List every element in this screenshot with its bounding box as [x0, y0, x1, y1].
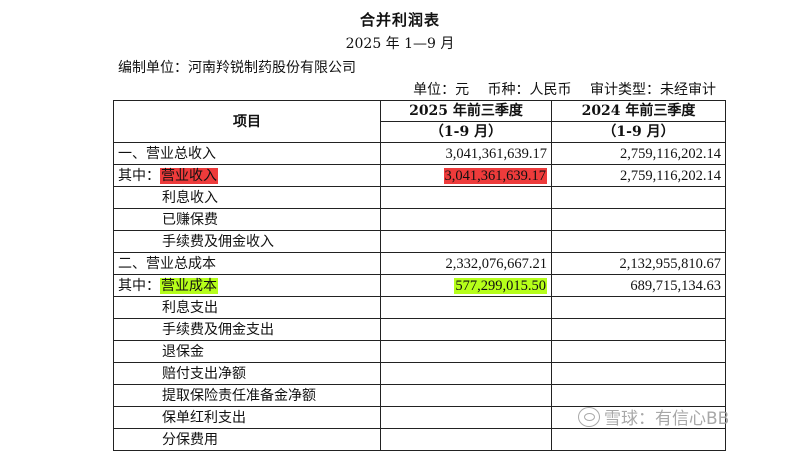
header-2025-line1: 2025 年前三季度	[380, 100, 552, 122]
table-row: 手续费及佣金收入	[113, 230, 726, 253]
value-2025	[380, 186, 552, 209]
table-row: 分保费用	[113, 428, 726, 451]
table-row: 已赚保费	[113, 208, 726, 231]
header-2025-line2: （1-9 月）	[380, 121, 552, 143]
income-statement-table: 项目 2025 年前三季度 2024 年前三季度 （1-9 月） （1-9 月）…	[113, 100, 726, 451]
row-label: 手续费及佣金收入	[113, 230, 381, 253]
value-2025	[380, 230, 552, 253]
row-label: 赔付支出净额	[113, 362, 381, 385]
value-2025	[380, 340, 552, 363]
table-row: 退保金	[113, 340, 726, 363]
row-label: 其中：营业成本	[113, 274, 381, 297]
value-2025: 3,041,361,639.17	[380, 164, 552, 187]
value-2025	[380, 296, 552, 319]
header-item: 项目	[113, 100, 381, 143]
currency-label: 币种：人民币	[487, 82, 572, 98]
row-label: 二、营业总成本	[113, 252, 381, 275]
table-row: 其中：营业成本 577,299,015.50 689,715,134.63	[113, 274, 726, 297]
table-row: 一、营业总收入 3,041,361,639.17 2,759,116,202.14	[113, 142, 726, 165]
value-2025	[380, 362, 552, 385]
wechat-icon	[578, 406, 600, 427]
row-label: 其中：营业收入	[113, 164, 381, 187]
value-2024	[551, 428, 726, 451]
table-row: 二、营业总成本 2,332,076,667.21 2,132,955,810.67	[113, 252, 726, 275]
table-row: 利息支出	[113, 296, 726, 319]
value-2024: 2,759,116,202.14	[551, 164, 726, 187]
value-2025: 2,332,076,667.21	[380, 252, 552, 275]
row-label: 利息收入	[113, 186, 381, 209]
row-label: 已赚保费	[113, 208, 381, 231]
row-name: 营业收入	[160, 167, 218, 184]
row-name: 营业成本	[160, 277, 218, 294]
value-2025-highlight: 3,041,361,639.17	[443, 167, 547, 184]
value-2025-highlight: 577,299,015.50	[454, 277, 547, 294]
value-2024	[551, 318, 726, 341]
value-2024	[551, 296, 726, 319]
value-2025	[380, 406, 552, 429]
watermark: 雪球：有信心BB	[578, 404, 729, 429]
value-2024: 2,132,955,810.67	[551, 252, 726, 275]
table-row: 手续费及佣金支出	[113, 318, 726, 341]
value-2025	[380, 208, 552, 231]
meta-line: 单位：元 币种：人民币 审计类型：未经审计	[399, 79, 716, 99]
value-2024	[551, 186, 726, 209]
header-row-1: 项目 2025 年前三季度 2024 年前三季度	[113, 100, 726, 143]
row-label: 提取保险责任准备金净额	[113, 384, 381, 407]
row-label: 一、营业总收入	[113, 142, 381, 165]
value-2025	[380, 384, 552, 407]
header-2024-line2: （1-9 月）	[551, 121, 726, 143]
row-label: 退保金	[113, 340, 381, 363]
report-title: 合并利润表	[359, 11, 440, 29]
report-period: 2025 年 1—9 月	[345, 36, 455, 52]
value-2024	[551, 230, 726, 253]
table-row: 赔付支出净额	[113, 362, 726, 385]
row-label: 分保费用	[113, 428, 381, 451]
value-2025	[380, 318, 552, 341]
watermark-text: 雪球：有信心BB	[604, 409, 730, 429]
row-prefix: 其中：	[118, 167, 160, 184]
value-2025: 3,041,361,639.17	[380, 142, 552, 165]
value-2025	[380, 428, 552, 451]
row-label: 保单红利支出	[113, 406, 381, 429]
table-row: 利息收入	[113, 186, 726, 209]
header-2024-line1: 2024 年前三季度	[551, 100, 726, 122]
value-2024	[551, 340, 726, 363]
value-2025: 577,299,015.50	[380, 274, 552, 297]
row-label: 手续费及佣金支出	[113, 318, 381, 341]
table-row: 其中：营业收入 3,041,361,639.17 2,759,116,202.14	[113, 164, 726, 187]
value-2024	[551, 362, 726, 385]
value-2024: 2,759,116,202.14	[551, 142, 726, 165]
value-2024	[551, 208, 726, 231]
audit-label: 审计类型：未经审计	[590, 82, 716, 98]
row-prefix: 其中：	[118, 277, 160, 294]
unit-label: 单位：元	[413, 82, 470, 98]
org-line: 编制单位：河南羚锐制药股份有限公司	[118, 60, 356, 76]
value-2024: 689,715,134.63	[551, 274, 726, 297]
row-label: 利息支出	[113, 296, 381, 319]
